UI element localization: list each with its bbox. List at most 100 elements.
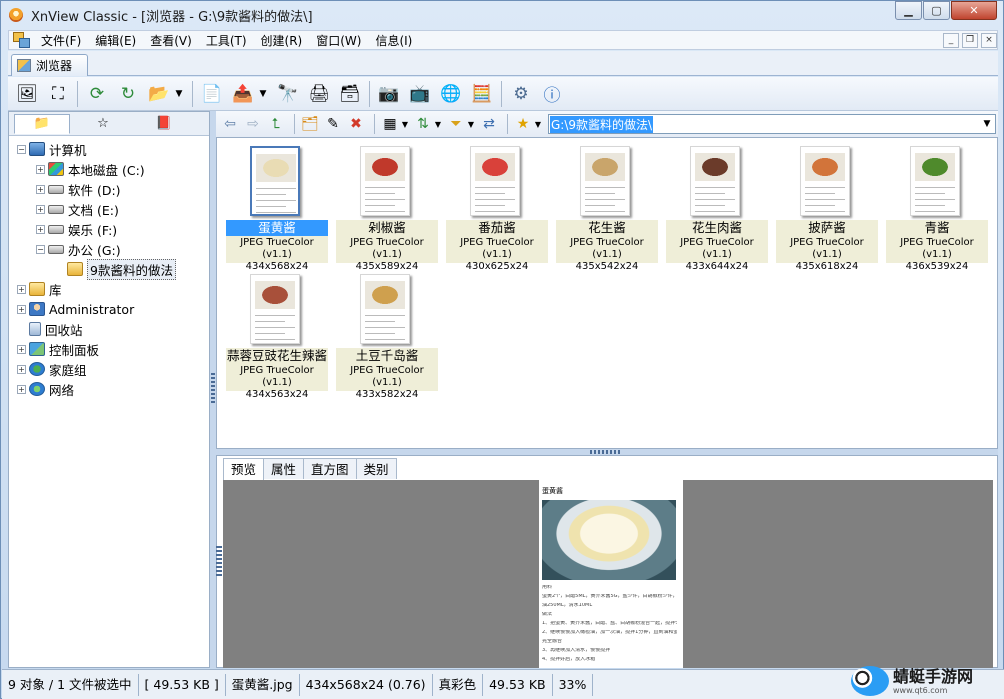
expand-icon[interactable]: + — [36, 164, 45, 174]
title-bar[interactable]: XnView Classic - [浏览器 - G:\9款酱料的做法\] ▁ ▢… — [1, 1, 1003, 29]
convert-icon[interactable]: 🗃 — [337, 81, 363, 107]
path-text[interactable]: G:\9款酱料的做法\ — [550, 115, 654, 133]
view-mode-icon[interactable]: ▦ — [380, 114, 400, 134]
minimize-button[interactable]: ▁ — [895, 1, 922, 20]
tree-node[interactable]: + 库 — [9, 279, 209, 299]
mdi-close-button[interactable]: × — [981, 32, 997, 48]
thumbnail-item[interactable]: 花生酱 JPEG TrueColor (v1.1) 435x542x24 — [556, 142, 658, 272]
menu-window[interactable]: 窗口(W) — [309, 32, 368, 49]
tree-node[interactable]: + 家庭组 — [9, 359, 209, 379]
thumbnail-item[interactable]: 剁椒酱 JPEG TrueColor (v1.1) 435x589x24 — [336, 142, 438, 272]
chevron-down-icon[interactable]: ▼ — [433, 114, 443, 134]
tree-node[interactable]: + 软件 (D:) — [9, 179, 209, 199]
expand-icon[interactable]: + — [36, 224, 45, 234]
capture-icon[interactable]: 📷 — [376, 81, 402, 107]
chevron-down-icon[interactable]: ▼ — [400, 114, 410, 134]
splitter-grip[interactable] — [590, 450, 620, 454]
tab-preview[interactable]: 预览 — [223, 458, 265, 480]
thumbnail-item[interactable]: 番茄酱 JPEG TrueColor (v1.1) 430x625x24 — [446, 142, 548, 272]
settings-gear-icon[interactable]: ⚙ — [508, 81, 534, 107]
expand-icon[interactable]: + — [36, 184, 45, 194]
web-page-icon[interactable]: 🌐 — [438, 81, 464, 107]
expand-icon[interactable]: + — [17, 344, 26, 354]
about-info-icon[interactable]: ⓘ — [539, 81, 565, 107]
filter-icon[interactable]: ⏷ — [446, 114, 466, 134]
delete-icon[interactable]: ✖ — [346, 114, 366, 134]
tree-node[interactable]: + 娱乐 (F:) — [9, 219, 209, 239]
slideshow-icon[interactable]: 📺 — [407, 81, 433, 107]
tree-node[interactable]: − 办公 (G:) — [9, 239, 209, 259]
forward-arrow-icon[interactable]: ⇨ — [243, 114, 263, 134]
tree-node[interactable]: + 本地磁盘 (C:) — [9, 159, 209, 179]
tree-node[interactable]: + Administrator — [9, 299, 209, 319]
thumbnail-item[interactable]: 土豆千岛酱 JPEG TrueColor (v1.1) 433x582x24 — [336, 270, 438, 400]
up-folder-icon[interactable]: ⮤ — [266, 114, 286, 134]
go-parent-folder-icon[interactable]: 📂 — [146, 81, 172, 107]
tab-folders[interactable]: 📁 — [14, 113, 70, 134]
binoculars-search-icon[interactable]: 🔭 — [275, 81, 301, 107]
tab-favorites[interactable]: ☆ — [75, 114, 131, 134]
mdi-minimize-button[interactable]: _ — [943, 32, 959, 48]
view-image-icon[interactable]: 🖼 — [14, 81, 40, 107]
refresh-icon[interactable]: ⟳ — [84, 81, 110, 107]
tab-categories-preview[interactable]: 类别 — [355, 458, 397, 479]
splitter-grip[interactable] — [211, 373, 215, 405]
tab-categories[interactable]: 📕 — [136, 114, 192, 134]
print-icon[interactable]: 🖨 — [306, 81, 332, 107]
thumbnail-view: 蛋黄酱 JPEG TrueColor (v1.1) 434x568x24 剁椒酱 JPE… — [216, 137, 998, 449]
menu-info[interactable]: 信息(I) — [368, 32, 419, 49]
back-arrow-icon[interactable]: ⇦ — [220, 114, 240, 134]
mdi-restore-button[interactable]: ❐ — [962, 32, 978, 48]
info-file-icon[interactable]: 📄 — [199, 81, 225, 107]
sort-icon[interactable]: ⇅ — [413, 114, 433, 134]
tree-node[interactable]: 9款酱料的做法 — [9, 258, 209, 280]
chevron-down-icon[interactable]: ▼ — [173, 81, 185, 107]
expand-icon[interactable]: + — [17, 304, 26, 314]
menu-edit[interactable]: 编辑(E) — [88, 32, 143, 49]
sync-icon[interactable]: ⇄ — [479, 114, 499, 134]
expand-icon[interactable]: + — [36, 204, 45, 214]
preview-splitter-grip[interactable] — [216, 546, 222, 578]
tree-node[interactable]: + 控制面板 — [9, 339, 209, 359]
new-folder-icon[interactable]: 🗂 — [300, 114, 320, 134]
maximize-button[interactable]: ▢ — [923, 1, 950, 20]
calculator-icon[interactable]: 🧮 — [469, 81, 495, 107]
collapse-icon[interactable]: − — [17, 144, 26, 154]
chevron-down-icon[interactable]: ▼ — [466, 114, 476, 134]
thumbnail-meta: JPEG TrueColor (v1.1) 434x568x24 — [226, 236, 328, 272]
close-button[interactable]: ✕ — [951, 1, 997, 20]
reload-icon[interactable]: ↻ — [115, 81, 141, 107]
thumbnail-item[interactable]: 青酱 JPEG TrueColor (v1.1) 436x539x24 — [886, 142, 988, 272]
expand-icon[interactable]: + — [17, 284, 26, 294]
tab-histogram[interactable]: 直方图 — [303, 458, 357, 479]
favorite-star-icon[interactable]: ★ — [513, 114, 533, 134]
tree-node[interactable]: 回收站 — [9, 319, 209, 339]
thumbnail-item[interactable]: 蛋黄酱 JPEG TrueColor (v1.1) 434x568x24 — [226, 142, 328, 272]
menu-create[interactable]: 创建(R) — [254, 32, 310, 49]
tree-node[interactable]: + 文档 (E:) — [9, 199, 209, 219]
preview-image: 蛋黄酱 用料 蛋黄2个，白醋5ML，黄芥末酱5G，盐少许，白胡椒粉少许，橄榄 油25… — [539, 480, 683, 668]
menu-tools[interactable]: 工具(T) — [199, 32, 254, 49]
menu-view[interactable]: 查看(V) — [143, 32, 199, 49]
expand-icon[interactable]: + — [17, 384, 26, 394]
expand-icon[interactable]: + — [17, 364, 26, 374]
collapse-icon[interactable]: − — [36, 244, 45, 254]
tree-node[interactable]: + 网络 — [9, 379, 209, 399]
thumbnail-item[interactable]: 披萨酱 JPEG TrueColor (v1.1) 435x618x24 — [776, 142, 878, 272]
tab-browser[interactable]: 浏览器 — [11, 54, 88, 76]
chevron-down-icon[interactable]: ▼ — [257, 81, 269, 107]
copy-move-icon[interactable]: 📤 — [230, 81, 256, 107]
rename-icon[interactable]: ✎ — [323, 114, 343, 134]
preview-area[interactable]: 蛋黄酱 用料 蛋黄2个，白醋5ML，黄芥末酱5G，盐少许，白胡椒粉少许，橄榄 油25… — [223, 480, 993, 668]
menu-file[interactable]: 文件(F) — [34, 32, 88, 49]
thumbnail-item[interactable]: 蒜蓉豆豉花生辣酱 JPEG TrueColor (v1.1) 434x563x24 — [226, 270, 328, 400]
fullscreen-icon[interactable]: ⛶ — [45, 81, 71, 107]
path-combobox[interactable]: G:\9款酱料的做法\ ▼ — [548, 114, 996, 134]
thumbnail-item[interactable]: 花生肉酱 JPEG TrueColor (v1.1) 433x644x24 — [666, 142, 768, 272]
chevron-down-icon[interactable]: ▼ — [979, 119, 995, 129]
browser-doc-icon[interactable] — [13, 32, 31, 48]
chevron-down-icon[interactable]: ▼ — [533, 114, 543, 134]
tab-properties[interactable]: 属性 — [263, 458, 305, 479]
tree-node[interactable]: − 计算机 — [9, 139, 209, 159]
thumbnail-image — [800, 146, 850, 216]
